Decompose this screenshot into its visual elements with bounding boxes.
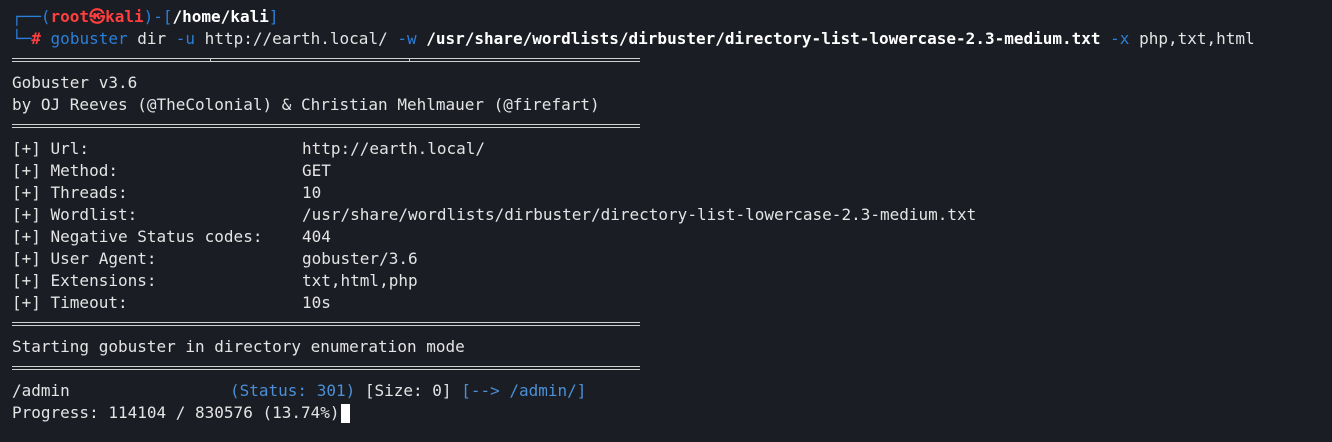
config-row: [+] Negative Status codes: 404 (12, 226, 1332, 248)
config-row: [+] User Agent: gobuster/3.6 (12, 248, 1332, 270)
prompt-line: ┌──(root㉿kali)-[/home/kali] (12, 6, 1332, 28)
command-subcommand: dir (127, 29, 176, 48)
terminal-window[interactable]: ┌──(root㉿kali)-[/home/kali] └─# gobuster… (0, 0, 1332, 442)
start-message: Starting gobuster in directory enumerati… (12, 337, 465, 356)
config-key: [+] Method: (12, 161, 118, 180)
config-value: 404 (302, 227, 331, 246)
progress-text: Progress: 114104 / 830576 (13.74%) (12, 403, 340, 422)
prompt-separator: )-[ (143, 7, 173, 26)
config-row: [+] Timeout: 10s (12, 292, 1332, 314)
config-row: [+] Threads: 10 (12, 182, 1332, 204)
config-key: [+] Url: (12, 139, 90, 158)
result-size: [Size: 0] (355, 381, 462, 400)
config-key: [+] Timeout: (12, 293, 128, 312)
command-flag-w: -w (397, 29, 417, 48)
progress-line: Progress: 114104 / 830576 (13.74%) (12, 402, 1332, 424)
config-row: [+] Extensions: txt,html,php (12, 270, 1332, 292)
prompt-host: kali (105, 7, 144, 26)
prompt-user: root (50, 7, 90, 26)
command-flag-u: -u (175, 29, 196, 48)
config-row: [+] Method: GET (12, 160, 1332, 182)
banner-authors: by OJ Reeves (@TheColonial) & Christian … (12, 95, 600, 114)
cursor-block (340, 404, 350, 423)
config-row: [+] Url: http://earth.local/ (12, 138, 1332, 160)
separator (12, 50, 640, 72)
command-extensions: php,txt,html (1129, 29, 1255, 48)
prompt-cwd: /home/kali (172, 7, 269, 26)
config-key: [+] Wordlist: (12, 205, 138, 224)
result-status: (Status: 301) (230, 381, 356, 400)
config-value: gobuster/3.6 (302, 249, 418, 268)
config-value: http://earth.local/ (302, 139, 486, 158)
config-value: /usr/share/wordlists/dirbuster/directory… (302, 205, 977, 224)
prompt-corner-bottom: └─ (12, 29, 32, 48)
command-flag-x: -x (1110, 29, 1130, 48)
separator (12, 358, 640, 380)
result-row: /admin (Status: 301) [Size: 0] [--> /admi… (12, 380, 1332, 402)
command-wordlist: /usr/share/wordlists/dirbuster/directory… (416, 29, 1111, 48)
separator (12, 116, 640, 138)
banner-title: Gobuster v3.6 (12, 73, 138, 92)
config-key: [+] Threads: (12, 183, 128, 202)
config-key: [+] Negative Status codes: (12, 227, 263, 246)
config-key: [+] User Agent: (12, 249, 157, 268)
config-key: [+] Extensions: (12, 271, 157, 290)
command-program: gobuster (50, 29, 128, 48)
command-line: └─# gobuster dir -u http://earth.local/ … (12, 28, 1332, 50)
prompt-at-symbol: ㉿ (89, 7, 106, 26)
result-path: /admin (12, 381, 70, 400)
config-value: 10s (302, 293, 331, 312)
config-value: GET (302, 161, 331, 180)
separator (12, 314, 640, 336)
config-value: 10 (302, 183, 322, 202)
command-url: http://earth.local/ (195, 29, 398, 48)
config-row: [+] Wordlist: /usr/share/wordlists/dirbus… (12, 204, 1332, 226)
prompt-close-bracket: ] (268, 7, 279, 26)
config-value: txt,html,php (302, 271, 418, 290)
prompt-corner-top: ┌──( (12, 7, 51, 26)
result-redirect: [--> /admin/] (461, 381, 587, 400)
prompt-hash: # (31, 29, 41, 48)
